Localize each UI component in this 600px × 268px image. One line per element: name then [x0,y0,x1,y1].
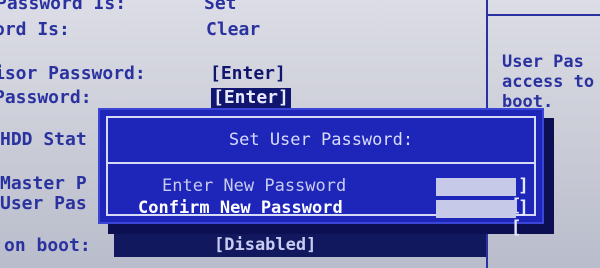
dialog-frame: Set User Password: Enter New Password Co… [106,116,536,238]
set-user-password-dialog: Set User Password: Enter New Password Co… [98,108,544,238]
password-status-value: Set [204,0,237,14]
hdd-status-label: HDD Stat [0,129,87,150]
user-password-label: Password: [0,87,92,108]
bios-screen: Password Is: Set ord Is: Clear isor Pass… [0,0,600,268]
supervisor-password-label: isor Password: [0,63,146,84]
confirm-new-password-label: Confirm New Password [138,198,343,218]
supervisor-password-value[interactable]: [Enter] [210,64,286,84]
enter-password-input-area[interactable] [436,178,516,196]
confirm-password-input-area[interactable] [436,200,516,218]
confirm-new-password-field[interactable]: [ ] [424,197,534,238]
field-close-bracket: ] [518,175,529,196]
field-close-bracket: ] [518,197,529,218]
user-password-hdd-label: User Pas [0,193,87,214]
help-line-1: User Pas [502,52,584,72]
help-panel-top-line [488,14,600,16]
password-on-boot-label: on boot: [4,235,91,256]
password-status-label: Password Is: [0,0,127,14]
field-open-bracket: [ [510,217,522,238]
enter-new-password-field[interactable]: [ ] [424,175,534,216]
enter-new-password-label: Enter New Password [162,176,347,196]
help-line-2: access to [502,72,595,92]
password-on-boot-value[interactable]: [Disabled] [214,235,316,255]
master-password-label: Master P [0,173,87,194]
password-clear-value: Clear [206,19,261,40]
dialog-separator [108,162,534,164]
user-password-value-selected[interactable]: [Enter] [211,88,291,108]
password-clear-label: ord Is: [0,19,70,40]
dialog-title: Set User Password: [228,130,414,150]
